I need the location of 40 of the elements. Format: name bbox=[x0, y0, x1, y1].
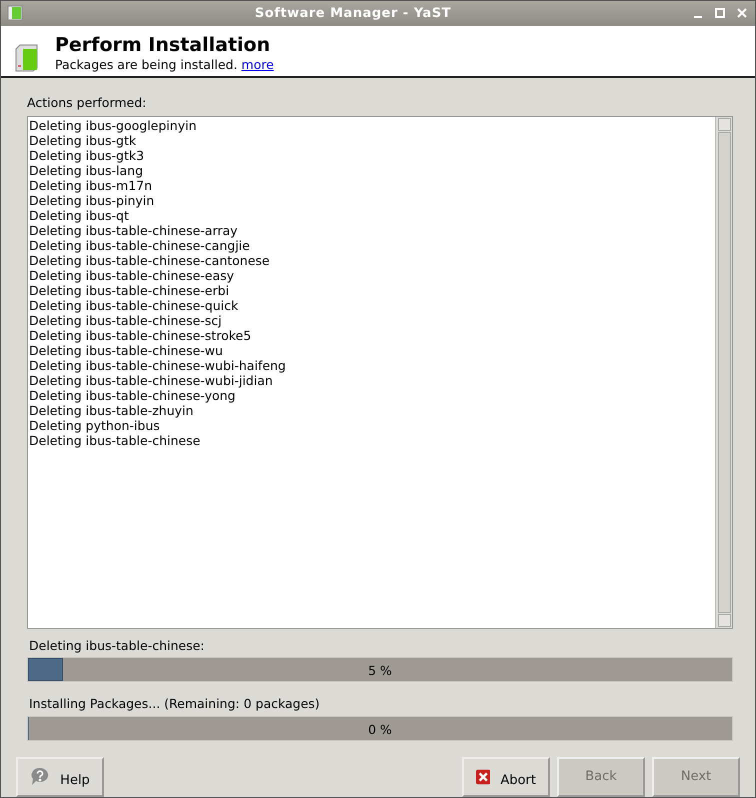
log-line: Deleting ibus-table-zhuyin bbox=[29, 402, 194, 418]
progress-label: Deleting ibus-table-chinese: bbox=[28, 636, 206, 655]
progress-reading: 5 % bbox=[367, 662, 393, 680]
log-line: Deleting ibus-table-chinese-yong bbox=[29, 388, 236, 402]
log-line: Deleting ibus-table-chinese-erbi bbox=[29, 282, 230, 298]
progress-reading: 0 % bbox=[367, 721, 393, 739]
scrollbar[interactable] bbox=[715, 116, 732, 628]
log-line: Deleting ibus-table-chinese-cantonese bbox=[29, 252, 271, 268]
log-line: Deleting ibus-table-chinese-stroke5 bbox=[29, 328, 252, 342]
app-icon bbox=[7, 5, 23, 22]
log-line: Deleting ibus-pinyin bbox=[29, 192, 156, 208]
window-title: Software Manager - YaST bbox=[254, 4, 452, 23]
maximize-icon[interactable] bbox=[713, 6, 727, 20]
dialog-button[interactable]: Help bbox=[16, 757, 104, 797]
progress-label: Installing Packages... (Remaining: 0 packages) bbox=[28, 695, 321, 714]
log-line: Deleting ibus-table-chinese-wu bbox=[29, 342, 224, 358]
log-label: Actions performed: bbox=[27, 94, 148, 112]
page-title: Perform Installation bbox=[55, 34, 272, 56]
help-icon bbox=[30, 767, 50, 787]
log-line: Deleting ibus-gtk3 bbox=[29, 148, 146, 162]
log-line: Deleting ibus-table-chinese-cangjie bbox=[29, 238, 251, 252]
log-line: Deleting ibus-table-chinese-array bbox=[29, 222, 239, 238]
log-line: Deleting ibus-lang bbox=[29, 162, 144, 178]
log-line: Deleting ibus-table-chinese-wubi-haifeng bbox=[29, 358, 287, 372]
log-line: Deleting ibus-table-chinese-wubi-jidian bbox=[29, 372, 273, 388]
log-line: Deleting ibus-table-chinese-easy bbox=[29, 268, 236, 282]
log-line: Deleting ibus-googlepinyin bbox=[29, 118, 198, 132]
log-line: Deleting python-ibus bbox=[29, 418, 160, 432]
package-icon bbox=[15, 44, 39, 72]
abort-icon bbox=[476, 769, 490, 785]
log-line: Deleting ibus-table-chinese bbox=[29, 432, 202, 448]
log-line: Deleting ibus-qt bbox=[29, 208, 129, 222]
log-line: Deleting ibus-gtk bbox=[29, 132, 136, 148]
page-subtitle: Packages are being installed. more bbox=[55, 56, 274, 74]
log-line: Deleting ibus-table-chinese-scj bbox=[29, 312, 222, 328]
log-line: Deleting ibus-m17n bbox=[29, 178, 154, 192]
close-icon[interactable] bbox=[735, 6, 749, 20]
log-line: Deleting ibus-table-chinese-quick bbox=[29, 298, 240, 312]
more-link[interactable]: more bbox=[241, 56, 274, 72]
dialog-button[interactable]: Abort bbox=[462, 757, 550, 797]
